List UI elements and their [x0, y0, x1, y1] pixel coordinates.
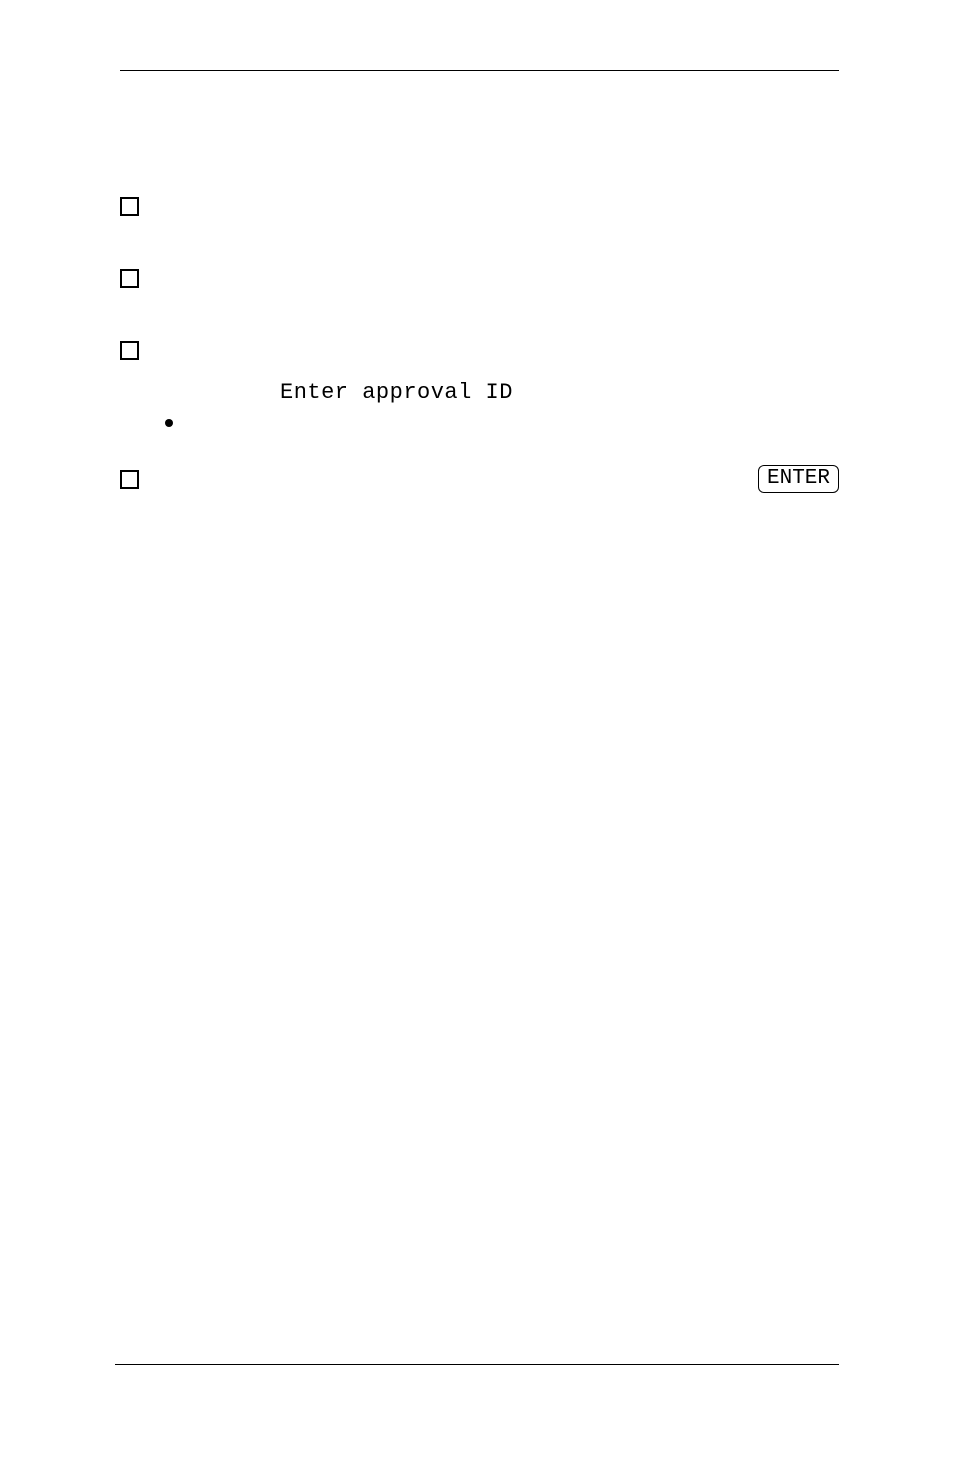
checklist	[115, 196, 839, 360]
header-rule	[120, 70, 839, 71]
footer-rule	[115, 1364, 839, 1365]
document-page: Enter approval ID ENTER	[0, 0, 954, 1475]
sub-bullet	[115, 413, 839, 427]
checkbox-icon	[120, 341, 139, 360]
checklist-item	[120, 340, 839, 360]
enter-keycap: ENTER	[758, 465, 839, 493]
monospace-prompt: Enter approval ID	[115, 380, 513, 405]
checkbox-icon	[120, 197, 139, 216]
checklist-item	[120, 196, 839, 216]
checklist-item-with-key: ENTER	[115, 465, 839, 493]
checkbox-icon	[120, 470, 139, 489]
checklist-item	[120, 268, 839, 288]
bullet-dot-icon	[165, 419, 173, 427]
checkbox-icon	[120, 269, 139, 288]
